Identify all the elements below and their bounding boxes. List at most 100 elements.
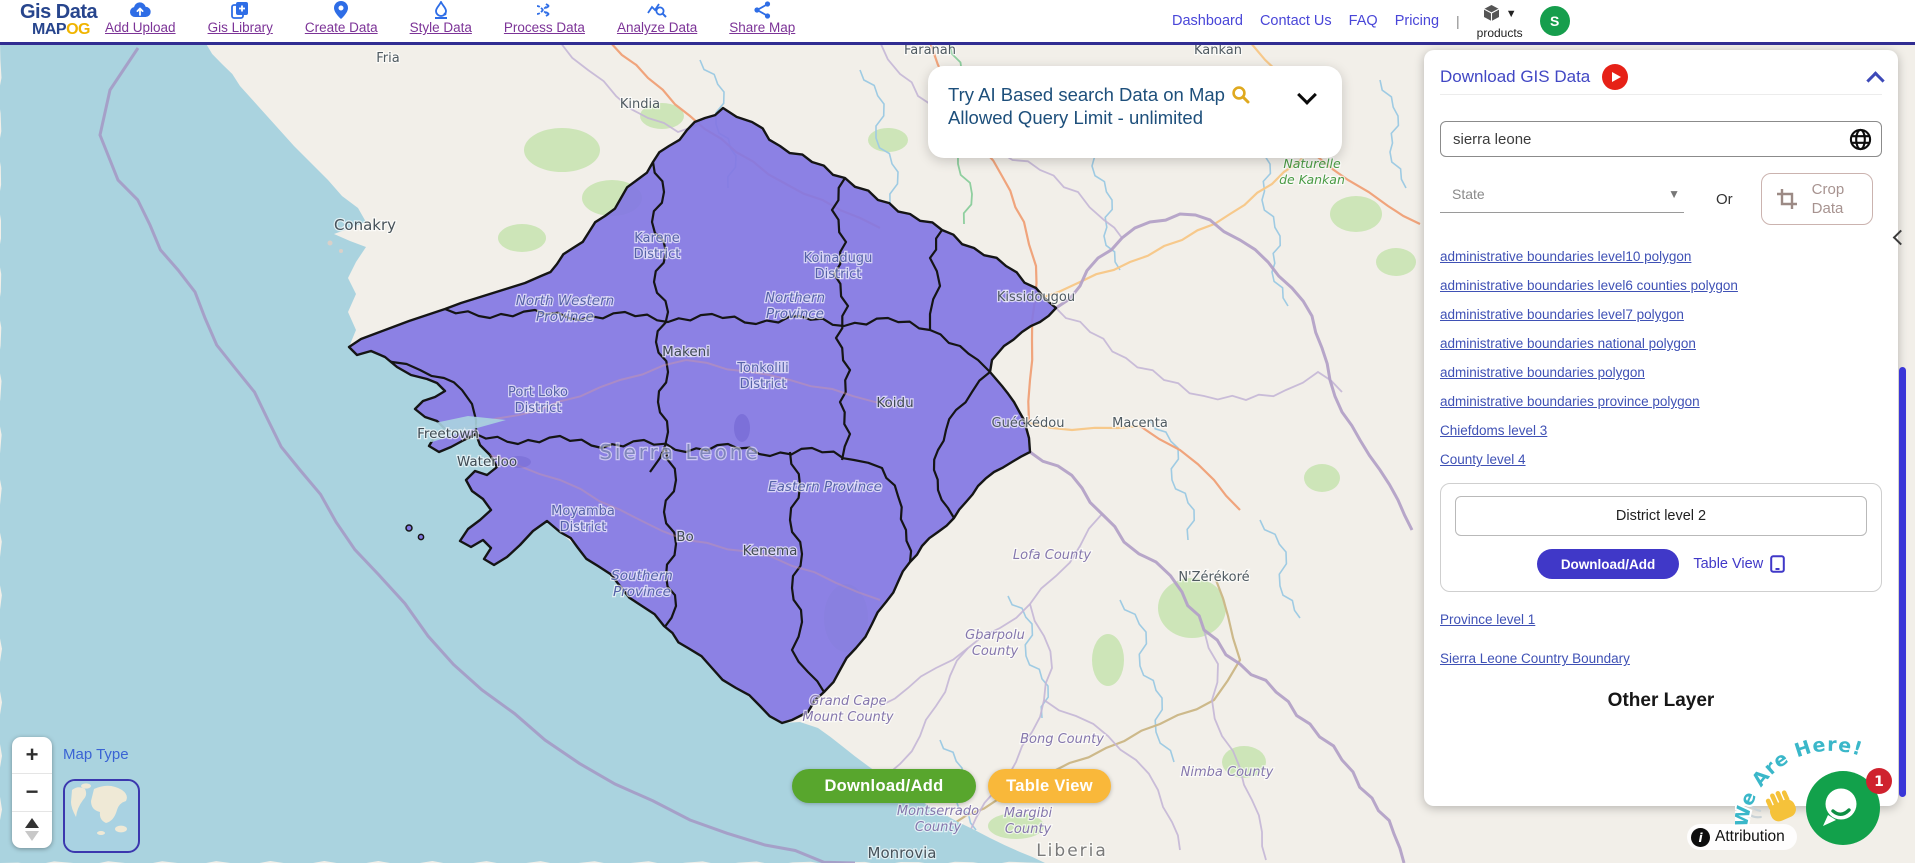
state-row: State ▼ Or Crop Data — [1440, 173, 1882, 225]
info-icon: i — [1691, 828, 1710, 847]
nav-item-style-data[interactable]: Style Data — [410, 1, 472, 35]
map-zoom-control: + − — [12, 737, 52, 848]
selected-layer-name[interactable]: District level 2 — [1455, 496, 1867, 536]
layer-link-province-level-1[interactable]: Province level 1 — [1440, 612, 1882, 627]
nav-item-create-data[interactable]: Create Data — [305, 1, 378, 35]
map-table-view-button[interactable]: Table View — [988, 769, 1111, 803]
svg-text:1: 1 — [1874, 774, 1884, 790]
map-label: County — [1005, 822, 1052, 837]
nav-link-faq[interactable]: FAQ — [1349, 13, 1378, 29]
app-logo[interactable]: Gis Data MAPOG — [20, 2, 97, 38]
navbar-right: Dashboard Contact Us FAQ Pricing | ▼ products S — [1172, 0, 1570, 42]
map-label: Province — [766, 306, 824, 322]
download-add-button[interactable]: Download/Add — [1537, 549, 1680, 579]
map-label: Margibi — [1004, 806, 1053, 821]
map-type-thumbnail[interactable] — [63, 779, 140, 853]
download-gis-data-panel: Download GIS Data State ▼ Or Crop Data a… — [1424, 50, 1898, 806]
map-label: Macenta — [1112, 416, 1168, 431]
ink-drop-icon — [433, 1, 449, 19]
map-label: Montserrado — [897, 804, 979, 819]
map-label: Koinadugu — [804, 251, 873, 266]
products-menu[interactable]: ▼ products — [1477, 4, 1523, 39]
nav-item-gis-library[interactable]: Gis Library — [208, 1, 273, 35]
layer-link-administrative-boundaries-level6-counties-polygon[interactable]: administrative boundaries level6 countie… — [1440, 278, 1882, 293]
map-label: Conakry — [334, 216, 396, 234]
nav-link-dashboard[interactable]: Dashboard — [1172, 13, 1243, 29]
state-select[interactable]: State ▼ — [1440, 186, 1684, 213]
layer-link-administrative-boundaries-province-polygon[interactable]: administrative boundaries province polyg… — [1440, 394, 1882, 409]
map-label: North Western — [516, 293, 614, 309]
map-label: Tonkolili — [736, 361, 788, 376]
user-avatar[interactable]: S — [1540, 6, 1570, 36]
map-label: County — [972, 644, 1019, 659]
nav-link-contact-us[interactable]: Contact Us — [1260, 13, 1332, 29]
nav-item-label: Analyze Data — [617, 20, 697, 35]
crop-data-button[interactable]: Crop Data — [1761, 173, 1873, 225]
chevron-up-icon[interactable] — [1866, 71, 1884, 89]
nav-link-pricing[interactable]: Pricing — [1395, 13, 1439, 29]
cube-icon — [1483, 4, 1500, 26]
nav-item-analyze-data[interactable]: Analyze Data — [617, 1, 697, 35]
map-label: Naturelle — [1283, 156, 1341, 171]
map-label: County — [915, 820, 962, 835]
map-label: District — [560, 520, 607, 535]
tablet-icon — [1770, 555, 1785, 573]
logo-line2: MAPOG — [32, 22, 97, 38]
layer-link-county-level-4[interactable]: County level 4 — [1440, 452, 1882, 467]
nav-item-label: Add Upload — [105, 20, 176, 35]
map-label: Eastern Province — [768, 479, 882, 495]
chart-magnifier-icon — [647, 1, 667, 19]
layer-link-chiefdoms-level-3[interactable]: Chiefdoms level 3 — [1440, 423, 1882, 438]
main-menu: Add Upload Gis Library Create Data Style Da… — [105, 1, 795, 35]
layer-link-administrative-boundaries-level10-polygon[interactable]: administrative boundaries level10 polygo… — [1440, 249, 1882, 264]
map-label: Sierra Leone — [599, 440, 761, 464]
map-label: Waterloo — [457, 454, 517, 470]
map-label: Nimba County — [1181, 765, 1274, 780]
library-icon — [231, 1, 249, 19]
layer-link-administrative-boundaries-level7-polygon[interactable]: administrative boundaries level7 polygon — [1440, 307, 1882, 322]
panel-header: Download GIS Data — [1440, 60, 1882, 95]
map-label: Monrovia — [868, 844, 937, 862]
more-layer-links: Province level 1 Sierra Leone Country Bou… — [1440, 612, 1882, 666]
layer-link-administrative-boundaries-polygon[interactable]: administrative boundaries polygon — [1440, 365, 1882, 380]
map-label: Port Loko — [508, 385, 568, 400]
nav-item-label: Create Data — [305, 20, 378, 35]
other-layer-heading: Other Layer — [1440, 690, 1882, 712]
selected-layer-card: District level 2 Download/Add Table View — [1440, 483, 1882, 592]
layer-link-sierra-leone-country-boundary[interactable]: Sierra Leone Country Boundary — [1440, 651, 1882, 666]
map-download-add-button[interactable]: Download/Add — [792, 769, 976, 803]
layer-link-administrative-boundaries-national-polygon[interactable]: administrative boundaries national polyg… — [1440, 336, 1882, 351]
chat-widget[interactable]: 1 We Are Here! — [1735, 712, 1915, 863]
globe-icon[interactable] — [1849, 128, 1872, 156]
banner-line2: Allowed Query Limit - unlimited — [948, 106, 1322, 129]
map-label: Moyamba — [551, 504, 615, 519]
nav-item-process-data[interactable]: Process Data — [504, 1, 585, 35]
table-view-label: Table View — [1693, 556, 1763, 572]
table-view-link[interactable]: Table View — [1693, 555, 1785, 573]
map-label: District — [740, 377, 787, 392]
products-label: products — [1477, 27, 1523, 39]
zoom-in-button[interactable]: + — [12, 737, 52, 773]
compass-button[interactable] — [12, 811, 52, 848]
layer-link-list: administrative boundaries level10 polygo… — [1440, 249, 1882, 467]
state-select-label: State — [1452, 186, 1485, 202]
magnifier-gold-icon — [1231, 85, 1250, 104]
ai-search-banner: Try AI Based search Data on Map Allowed … — [928, 66, 1342, 158]
nav-item-label: Share Map — [729, 20, 795, 35]
map-label: Makeni — [662, 344, 710, 360]
cloud-upload-icon — [129, 1, 151, 19]
nav-item-add-upload[interactable]: Add Upload — [105, 1, 176, 35]
nav-item-share-map[interactable]: Share Map — [729, 1, 795, 35]
zoom-out-button[interactable]: − — [12, 773, 52, 810]
nav-divider: | — [1456, 13, 1460, 29]
gis-map-application: FriaKindiaFaranahKankanKissidougouGuécké… — [0, 0, 1915, 863]
caret-down-icon: ▼ — [1506, 9, 1517, 20]
map-label: Grand Cape — [809, 694, 886, 709]
map-label: Karene — [634, 231, 680, 246]
search-input[interactable] — [1440, 121, 1882, 157]
map-label: District — [634, 247, 681, 262]
banner-line1: Try AI Based search Data on Map — [948, 83, 1322, 106]
dropdown-caret-icon: ▼ — [1668, 187, 1680, 201]
youtube-icon[interactable] — [1602, 64, 1628, 90]
panel-title[interactable]: Download GIS Data — [1440, 67, 1590, 87]
